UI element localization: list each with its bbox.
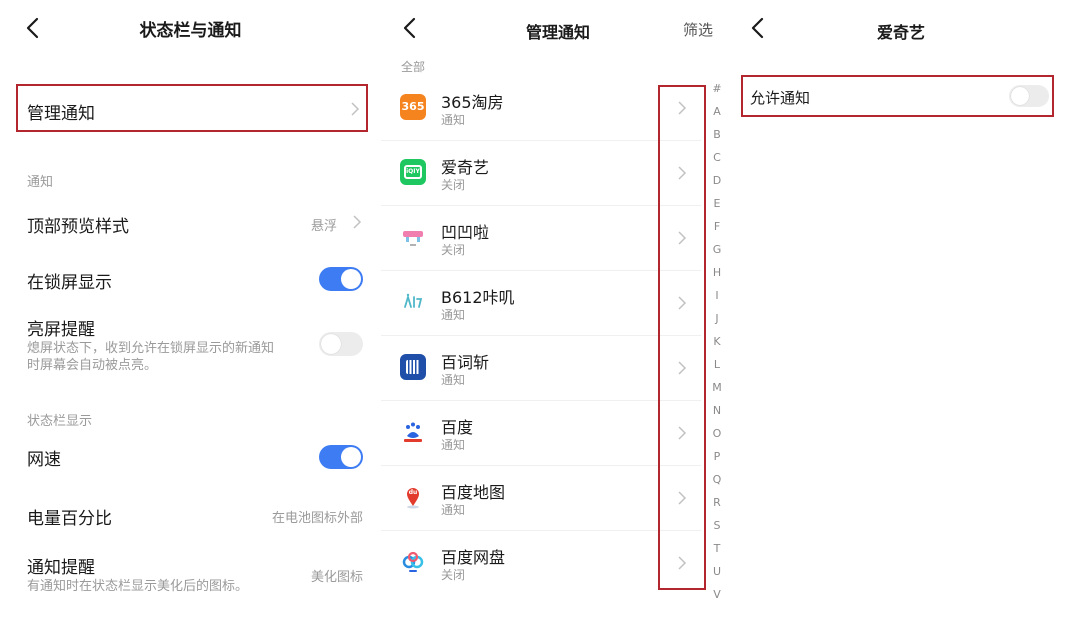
lockscreen-display-toggle[interactable] <box>319 267 363 291</box>
network-speed-toggle[interactable] <box>319 445 363 469</box>
app-baidu-netdisk-icon <box>400 549 426 575</box>
wake-screen-toggle[interactable] <box>319 332 363 356</box>
alphabet-index-letter[interactable]: M <box>710 381 724 404</box>
app-row[interactable]: iQIY 爱奇艺 关闭 <box>381 141 701 206</box>
lockscreen-display-label: 在锁屏显示 <box>27 273 112 293</box>
alphabet-index-letter[interactable]: R <box>710 496 724 519</box>
section-label-notify: 通知 <box>27 175 54 190</box>
top-preview-style-value: 悬浮 <box>310 219 337 234</box>
app-status: 通知 <box>441 438 466 452</box>
app-row[interactable]: du 百度地图 通知 <box>381 466 701 531</box>
app-name: B612咔叽 <box>441 288 515 307</box>
manage-notify-panel: 管理通知 筛选 全部 365 365淘房 通知 iQIY 爱奇艺 关闭 凹凹啦 … <box>381 0 735 620</box>
app-name: 百度 <box>441 418 474 437</box>
chevron-right-icon <box>353 215 362 229</box>
wake-screen-label: 亮屏提醒 <box>27 320 95 340</box>
alphabet-index-letter[interactable]: H <box>710 266 724 289</box>
app-name: 爱奇艺 <box>441 158 490 177</box>
notify-reminder-value: 美化图标 <box>310 570 363 585</box>
app-name: 凹凹啦 <box>441 223 490 242</box>
alphabet-index-letter[interactable]: F <box>710 220 724 243</box>
status-notify-panel: 状态栏与通知 管理通知 通知 顶部预览样式 悬浮 在锁屏显示 亮屏提醒 熄屏状态… <box>0 0 381 620</box>
app-status: 关闭 <box>441 178 466 192</box>
alphabet-index-letter[interactable]: # <box>710 82 724 105</box>
app-name: 百词斩 <box>441 353 490 372</box>
alphabet-index[interactable]: # A B C D E F G H I J K L M N O P Q R S T U V <box>710 82 724 611</box>
section-label-all: 全部 <box>401 60 426 74</box>
battery-percent-item[interactable]: 电量百分比 在电池图标外部 <box>0 492 381 538</box>
app-status: 关闭 <box>441 568 466 582</box>
app-b612-icon <box>400 289 426 315</box>
alphabet-index-letter[interactable]: G <box>710 243 724 266</box>
iqiyi-panel: 爱奇艺 允许通知 <box>735 0 1067 620</box>
alphabet-index-letter[interactable]: B <box>710 128 724 151</box>
app-status: 关闭 <box>441 243 466 257</box>
alphabet-index-letter[interactable]: S <box>710 519 724 542</box>
app-status: 通知 <box>441 308 466 322</box>
alphabet-index-letter[interactable]: I <box>710 289 724 312</box>
app-aoaola-icon <box>400 224 426 250</box>
page-title: 管理通知 <box>525 23 590 42</box>
battery-percent-label: 电量百分比 <box>27 509 112 529</box>
page-title: 状态栏与通知 <box>139 21 242 41</box>
wake-screen-item: 亮屏提醒 熄屏状态下，收到允许在锁屏显示的新通知 时屏幕会自动被点亮。 <box>0 310 381 380</box>
alphabet-index-letter[interactable]: O <box>710 427 724 450</box>
alphabet-index-letter[interactable]: P <box>710 450 724 473</box>
page-title: 爱奇艺 <box>876 23 925 42</box>
alphabet-index-letter[interactable]: J <box>710 312 724 335</box>
app-iqiyi-icon: iQIY <box>400 159 426 185</box>
alphabet-index-letter[interactable]: V <box>710 588 724 611</box>
app-status: 通知 <box>441 113 466 127</box>
app-row[interactable]: 百度网盘 关闭 <box>381 531 701 596</box>
alphabet-index-letter[interactable]: E <box>710 197 724 220</box>
alphabet-index-letter[interactable]: L <box>710 358 724 381</box>
app-baidu-map-icon: du <box>400 484 426 510</box>
notify-reminder-desc: 有通知时在状态栏显示美化后的图标。 <box>27 579 249 594</box>
app-row[interactable]: 百词斩 通知 <box>381 336 701 401</box>
iqiyi-header: 爱奇艺 <box>735 0 1067 56</box>
app-365-icon: 365 <box>400 94 426 120</box>
wake-screen-desc-line1: 熄屏状态下，收到允许在锁屏显示的新通知 <box>27 341 275 356</box>
notify-reminder-item[interactable]: 通知提醒 有通知时在状态栏显示美化后的图标。 美化图标 <box>0 548 381 604</box>
top-preview-style-item[interactable]: 顶部预览样式 悬浮 <box>0 200 381 244</box>
app-row[interactable]: 365 365淘房 通知 <box>381 76 701 141</box>
alphabet-index-letter[interactable]: D <box>710 174 724 197</box>
app-status: 通知 <box>441 373 466 387</box>
wake-screen-desc-line2: 时屏幕会自动被点亮。 <box>27 358 158 373</box>
filter-button[interactable]: 筛选 <box>683 19 713 40</box>
status-notify-header: 状态栏与通知 <box>0 0 381 56</box>
notify-reminder-label: 通知提醒 <box>27 558 95 578</box>
top-preview-style-label: 顶部预览样式 <box>27 217 129 237</box>
manage-notify-header: 管理通知 筛选 <box>381 0 735 56</box>
app-name: 365淘房 <box>441 93 504 112</box>
highlight-box-chevrons <box>658 85 706 590</box>
app-name: 百度网盘 <box>441 548 506 567</box>
alphabet-index-letter[interactable]: T <box>710 542 724 565</box>
app-row[interactable]: 凹凹啦 关闭 <box>381 206 701 271</box>
battery-percent-value: 在电池图标外部 <box>271 511 363 526</box>
section-label-statusbar: 状态栏显示 <box>27 414 93 429</box>
highlight-box-allow <box>741 75 1054 117</box>
alphabet-index-letter[interactable]: K <box>710 335 724 358</box>
app-baidu-icon <box>400 419 426 445</box>
network-speed-label: 网速 <box>27 450 61 470</box>
lockscreen-display-item: 在锁屏显示 <box>0 256 381 300</box>
alphabet-index-letter[interactable]: N <box>710 404 724 427</box>
app-row[interactable]: B612咔叽 通知 <box>381 271 701 336</box>
highlight-box-manage <box>16 84 368 132</box>
alphabet-index-letter[interactable]: Q <box>710 473 724 496</box>
alphabet-index-letter[interactable]: A <box>710 105 724 128</box>
alphabet-index-letter[interactable]: U <box>710 565 724 588</box>
app-status: 通知 <box>441 503 466 517</box>
network-speed-item: 网速 <box>0 434 381 478</box>
alphabet-index-letter[interactable]: C <box>710 151 724 174</box>
app-row[interactable]: 百度 通知 <box>381 401 701 466</box>
app-baicizhan-icon <box>400 354 426 380</box>
app-name: 百度地图 <box>441 483 506 502</box>
